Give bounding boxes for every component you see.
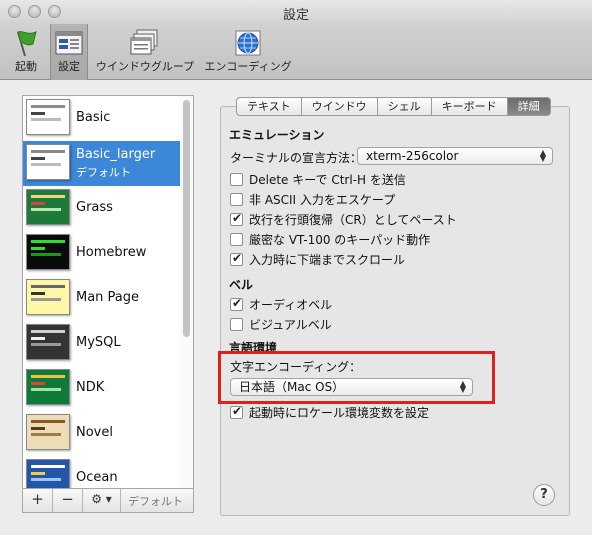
profile-thumbnail	[26, 324, 70, 360]
emulation-section-title: エミュレーション	[229, 128, 325, 142]
profile-thumbnail	[26, 279, 70, 315]
profile-thumbnail	[26, 369, 70, 405]
profile-default-badge: デフォルト	[76, 166, 131, 179]
profile-item-homebrew[interactable]: Homebrew	[23, 231, 181, 276]
profile-list-scrollbar[interactable]	[180, 96, 193, 498]
popup-arrows-icon: ▲ ▼	[539, 148, 546, 163]
settings-content: Basic Basic_larger デフォルト Grass Homebrew …	[0, 81, 592, 535]
toolbar-window-groups-button[interactable]: ウインドウグループ	[94, 24, 196, 80]
profile-name: Grass	[76, 200, 113, 215]
gear-menu-button[interactable]: ⚙ ▾	[83, 489, 121, 512]
profile-item-grass[interactable]: Grass	[23, 186, 181, 231]
profile-thumbnail	[26, 414, 70, 450]
checkbox[interactable]	[230, 173, 243, 186]
profile-name: Ocean	[76, 470, 118, 485]
encoding-globe-icon	[235, 30, 261, 56]
scrollbar-thumb[interactable]	[183, 100, 190, 337]
profile-name: Homebrew	[76, 245, 147, 260]
profile-thumbnail	[26, 99, 70, 135]
set-default-button[interactable]: デフォルト	[128, 493, 183, 509]
profile-name: Basic	[76, 110, 111, 125]
startup-flag-icon	[17, 31, 37, 57]
profile-name: Basic_larger	[76, 147, 156, 162]
profile-item-man-page[interactable]: Man Page	[23, 276, 181, 321]
settings-tabs: テキスト ウインドウ シェル キーボード 詳細	[236, 97, 551, 116]
profile-thumbnail	[26, 189, 70, 225]
tab-advanced[interactable]: 詳細	[507, 97, 551, 116]
preferences-window: 設定 起動 設定 ウインドウグループ エンコーディング Basic Basic_…	[0, 0, 592, 535]
profile-item-basic-larger[interactable]: Basic_larger デフォルト	[23, 141, 181, 186]
profile-item-mysql[interactable]: MySQL	[23, 321, 181, 366]
tab-shell[interactable]: シェル	[377, 97, 432, 116]
profile-item-basic[interactable]: Basic	[23, 96, 181, 141]
tab-window[interactable]: ウインドウ	[301, 97, 378, 116]
profile-item-ndk[interactable]: NDK	[23, 366, 181, 411]
checkbox[interactable]	[230, 318, 243, 331]
tab-keyboard[interactable]: キーボード	[431, 97, 508, 116]
remove-profile-button[interactable]: −	[53, 489, 83, 512]
profile-name: Novel	[76, 425, 113, 440]
toolbar-settings-button[interactable]: 設定	[50, 24, 88, 80]
toolbar-startup-button[interactable]: 起動	[6, 24, 46, 80]
window-title: 設定	[282, 8, 309, 23]
profile-list-controls: + − ⚙ ▾ デフォルト	[22, 488, 194, 513]
bell-section-title: ベル	[229, 278, 254, 292]
profile-thumbnail	[26, 144, 70, 180]
toolbar: 起動 設定 ウインドウグループ エンコーディング	[0, 24, 592, 80]
profile-list[interactable]: Basic Basic_larger デフォルト Grass Homebrew …	[22, 95, 194, 499]
terminal-type-label: ターミナルの宣言方法：	[230, 151, 363, 165]
profile-name: MySQL	[76, 335, 121, 350]
settings-window-icon	[55, 31, 83, 55]
window-groups-icon	[130, 29, 158, 55]
checkbox[interactable]	[230, 404, 243, 419]
profile-name: NDK	[76, 380, 105, 395]
checkbox[interactable]	[230, 211, 243, 226]
checkbox[interactable]	[230, 193, 243, 206]
checkbox[interactable]	[230, 296, 243, 311]
toolbar-encoding-button[interactable]: エンコーディング	[200, 24, 296, 80]
title-bar: 設定	[0, 0, 592, 24]
profile-thumbnail	[26, 234, 70, 270]
checkbox[interactable]	[230, 251, 243, 266]
profile-name: Man Page	[76, 290, 140, 305]
encoding-highlight-box	[218, 351, 495, 404]
checkbox[interactable]	[230, 233, 243, 246]
add-profile-button[interactable]: +	[23, 489, 53, 512]
advanced-panel-body: エミュレーション ターミナルの宣言方法： xterm-256color ▲ ▼ D…	[220, 106, 570, 516]
terminal-type-select[interactable]: xterm-256color ▲ ▼	[357, 147, 553, 165]
help-button[interactable]: ?	[533, 484, 555, 506]
profile-item-novel[interactable]: Novel	[23, 411, 181, 456]
tab-text[interactable]: テキスト	[236, 97, 302, 116]
